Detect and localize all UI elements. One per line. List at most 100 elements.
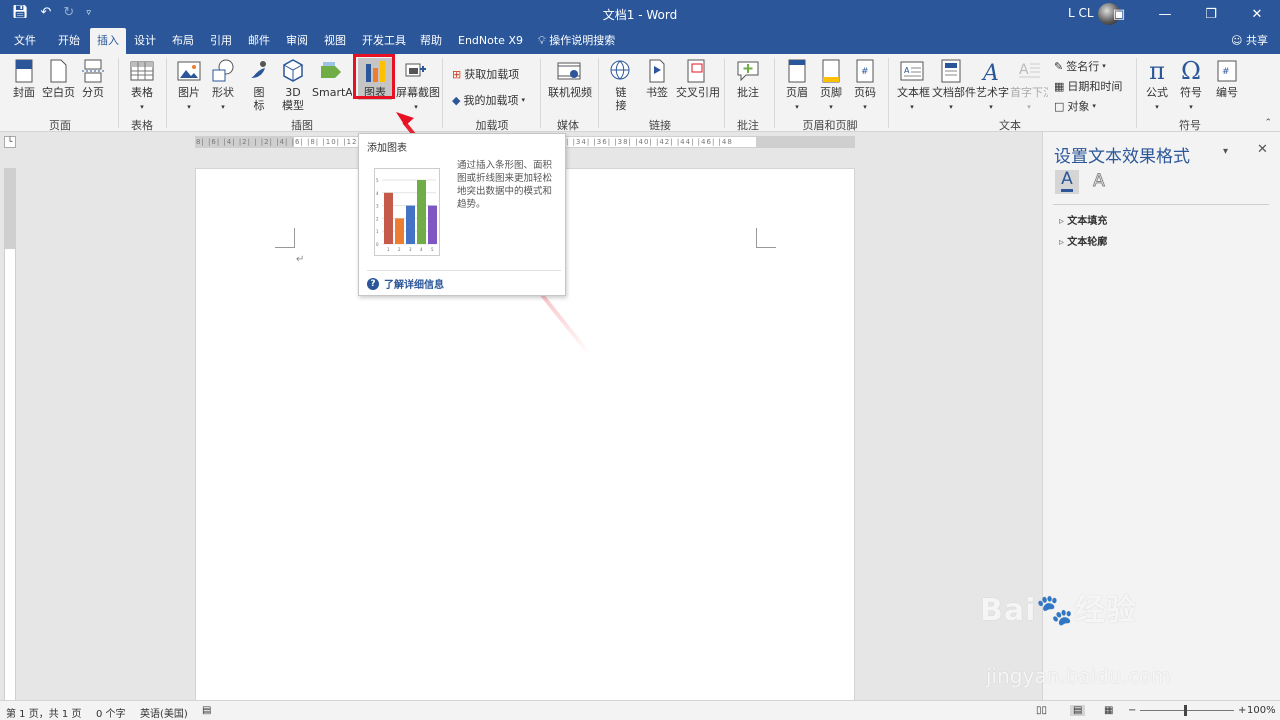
close-button[interactable]: ✕ (1234, 0, 1280, 28)
word-count[interactable]: 0 个字 (96, 705, 126, 720)
table-icon (130, 61, 154, 81)
chevron-down-icon: ▾ (140, 103, 144, 111)
cover-page-button[interactable]: 封面 (10, 58, 38, 99)
blank-page-button[interactable]: 空白页 (42, 58, 75, 99)
group-symbols-label: 符号 (1179, 119, 1201, 132)
tab-help[interactable]: 帮助 (420, 28, 442, 54)
picture-button[interactable]: 图片 ▾ (176, 58, 202, 114)
bookmark-button[interactable]: 书签 (644, 58, 670, 99)
3d-models-label: 3D 模型 (282, 86, 304, 112)
margin-mark-right (756, 228, 776, 248)
tab-endnote[interactable]: EndNote X9 (458, 28, 523, 54)
user-name[interactable]: L CL (1068, 6, 1094, 20)
tab-design[interactable]: 设计 (134, 28, 156, 54)
footer-button[interactable]: 页脚 ▾ (818, 58, 844, 114)
macro-record-icon[interactable]: ▤ (202, 705, 211, 716)
quick-parts-button[interactable]: 文档部件 ▾ (932, 58, 976, 114)
tell-me-search[interactable]: 💡︎ 操作说明搜索 (538, 28, 615, 54)
table-button[interactable]: 表格 ▾ (128, 58, 156, 114)
text-fill-section[interactable]: ▹ 文本填充 (1059, 212, 1107, 227)
group-tables-label: 表格 (131, 119, 153, 132)
pane-title: 设置文本效果格式 (1054, 147, 1190, 167)
drop-cap-label: 首字下沉 (1010, 86, 1048, 99)
window-controls: ▣ — ❐ ✕ (1096, 0, 1280, 28)
header-label: 页眉 (786, 86, 808, 99)
ribbon-display-options-icon[interactable]: ▣ (1096, 0, 1142, 28)
my-addins-button[interactable]: ◆ 我的加载项 ▾ (452, 92, 525, 108)
text-box-button[interactable]: A 文本框 ▾ (897, 58, 930, 114)
print-layout-icon[interactable]: ▤ (1070, 705, 1086, 716)
symbol-button[interactable]: Ω 符号 ▾ (1178, 58, 1204, 114)
icons-button[interactable]: 图 标 (246, 58, 272, 112)
shapes-button[interactable]: 形状 ▾ (210, 58, 236, 114)
zoom-in-button[interactable]: + (1238, 705, 1246, 716)
tab-selector[interactable]: └ (4, 136, 16, 148)
zoom-slider-thumb[interactable] (1184, 705, 1187, 716)
pane-close-icon[interactable]: ✕ (1257, 142, 1268, 157)
zoom-slider[interactable] (1140, 710, 1234, 711)
paragraph-mark: ↵ (296, 254, 305, 265)
text-outline-section[interactable]: ▹ 文本轮廓 (1059, 233, 1107, 248)
tab-view[interactable]: 视图 (324, 28, 346, 54)
restore-button[interactable]: ❐ (1188, 0, 1234, 28)
read-mode-icon[interactable]: ▯▯ (1036, 705, 1047, 716)
tab-mailings[interactable]: 邮件 (248, 28, 270, 54)
minimize-button[interactable]: — (1142, 0, 1188, 28)
equation-button[interactable]: π 公式 ▾ (1144, 58, 1170, 114)
zoom-level[interactable]: 100% (1247, 705, 1276, 716)
tab-review[interactable]: 审阅 (286, 28, 308, 54)
drop-cap-button[interactable]: A 首字下沉 ▾ (1010, 58, 1048, 114)
vertical-ruler[interactable] (4, 168, 16, 708)
text-fill-outline-tab[interactable]: A (1055, 169, 1079, 194)
page-count[interactable]: 第 1 页，共 1 页 (6, 705, 81, 720)
get-addins-button[interactable]: ⊞ 获取加载项 (452, 66, 519, 82)
wordart-button[interactable]: A 艺术字 ▾ (976, 58, 1009, 114)
group-separator (540, 58, 541, 128)
tab-insert[interactable]: 插入 (90, 28, 126, 54)
wordart-icon: A (981, 61, 999, 84)
tab-home[interactable]: 开始 (58, 28, 80, 54)
baidu-watermark: Bai🐾经验 (980, 593, 1137, 628)
pane-options-icon[interactable]: ▾ (1223, 146, 1228, 157)
cube-icon (283, 59, 303, 82)
expand-arrow-icon: ▹ (1059, 216, 1065, 227)
drop-cap-icon: A (1019, 62, 1040, 78)
comment-button[interactable]: 批注 (734, 58, 762, 99)
chevron-down-icon: ▾ (910, 103, 914, 111)
page-number-button[interactable]: # 页码 ▾ (852, 58, 878, 114)
group-media-label: 媒体 (557, 119, 579, 132)
preview-bar (384, 192, 393, 244)
zoom-out-button[interactable]: − (1128, 705, 1136, 716)
header-button[interactable]: 页眉 ▾ (784, 58, 810, 114)
web-layout-icon[interactable]: ▦ (1104, 705, 1113, 716)
numbering-button[interactable]: # 编号 (1214, 58, 1240, 99)
expand-arrow-icon: ▹ (1059, 237, 1065, 248)
tab-references[interactable]: 引用 (210, 28, 232, 54)
group-separator (888, 58, 889, 128)
screenshot-button[interactable]: 屏幕截图 ▾ (396, 58, 440, 114)
signature-line-label: 签名行 (1066, 60, 1100, 73)
cross-reference-button[interactable]: 交叉引用 (676, 58, 720, 99)
learn-more-link[interactable]: ? 了解详细信息 (367, 276, 444, 291)
status-bar: 第 1 页，共 1 页 0 个字 英语(美国) ▤ ▯▯ ▤ ▦ − + 100… (0, 700, 1280, 720)
collapse-ribbon-icon[interactable]: ⌃ (1264, 118, 1272, 128)
3d-models-button[interactable]: 3D 模型 (280, 58, 306, 112)
text-box-label: 文本框 (897, 86, 930, 99)
tab-layout[interactable]: 布局 (172, 28, 194, 54)
share-button[interactable]: ☺ 共享 (1231, 28, 1268, 54)
link-button[interactable]: 链 接 (608, 58, 634, 112)
signature-line-button[interactable]: ✎ 签名行 ▾ (1054, 58, 1106, 74)
tab-file[interactable]: 文件 (14, 28, 36, 54)
page-break-button[interactable]: 分页 (80, 58, 106, 99)
smartart-button[interactable]: SmartArt (312, 58, 352, 99)
text-effects-tab[interactable]: A (1087, 170, 1111, 194)
online-video-button[interactable]: 联机视频 (548, 58, 592, 99)
group-separator (118, 58, 119, 128)
group-links-label: 链接 (649, 119, 671, 132)
object-button[interactable]: □ 对象 ▾ (1054, 98, 1096, 114)
group-separator (774, 58, 775, 128)
tab-developer[interactable]: 开发工具 (362, 28, 406, 54)
language[interactable]: 英语(美国) (140, 705, 188, 720)
screenshot-label: 屏幕截图 (396, 86, 440, 99)
date-time-button[interactable]: ▦ 日期和时间 (1054, 78, 1122, 94)
